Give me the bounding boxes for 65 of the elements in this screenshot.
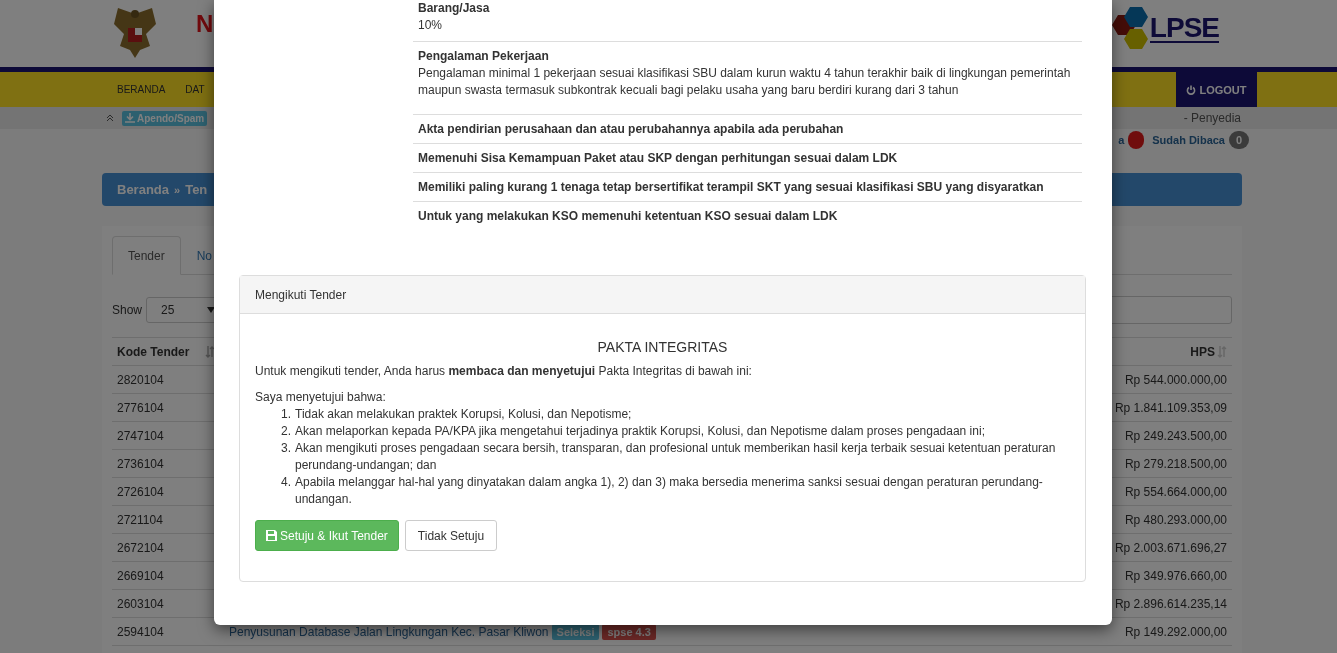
show-label: Show [112, 303, 143, 317]
item-number: 3. [281, 440, 292, 457]
table-cell-text: 2747104 [117, 428, 165, 443]
nav-item[interactable]: BERANDA [117, 72, 166, 107]
column-header[interactable]: HPS [1190, 344, 1227, 359]
requirement-title: Untuk yang melakukan KSO memenuhi ketentuan KSO sesuai dalam LDK [418, 208, 839, 225]
disagree-button[interactable]: Tidak Setuju [404, 520, 498, 551]
table-cell: Rp 279.218.500,00 [1124, 456, 1227, 471]
unread-count-badge [1128, 131, 1145, 149]
requirement-title: Akta pendirian perusahaan dan atau perubahannya apabila ada perubahan [418, 121, 845, 138]
table-cell-text: 2736104 [117, 456, 165, 471]
read-count-badge: 0 [1229, 131, 1249, 149]
table-cell: Rp 249.243.500,00 [1124, 428, 1227, 443]
table-cell-text: 2776104 [117, 400, 165, 415]
pact-item: Akan melaporkan kepada PA/KPA jika mengetahui terjadinya praktik Korupsi, Kolusi, dan Nepotisme dalam proses pengadaan ini; [295, 423, 985, 440]
table-cell: Rp 2.003.671.696,27 [1114, 540, 1227, 555]
site-title: N [196, 10, 214, 38]
table-cell: Rp 544.000.000,00 [1124, 372, 1227, 387]
lead-text: Saya menyetujui bahwa: [255, 389, 387, 406]
table-cell: Rp 554.664.000,00 [1124, 484, 1227, 499]
pact-title: PAKTA INTEGRITAS [596, 338, 729, 357]
breadcrumb-current: Ten [185, 182, 208, 197]
item-number: 4. [281, 474, 292, 491]
table-cell-text: 2603104 [117, 596, 165, 611]
table-cell: Rp 1.841.109.353,09 [1114, 400, 1227, 415]
power-icon [1186, 84, 1197, 95]
item-number: 2. [281, 423, 292, 440]
caret-icon [207, 307, 216, 313]
agree-button[interactable]: Setuju & Ikut Tender [255, 520, 399, 551]
panel-heading: Mengikuti Tender [255, 287, 347, 302]
requirement-title: Barang/Jasa [418, 0, 491, 17]
logo-text: LPSE [1149, 15, 1219, 43]
table-cell-text: 2669104 [117, 568, 165, 583]
tab[interactable]: Tender [112, 236, 181, 275]
requirement-title: Pengalaman Pekerjaan [418, 48, 550, 65]
item-number: 1. [281, 406, 292, 423]
pact-item: Tidak akan melakukan praktek Korupsi, Kolusi, dan Nepotisme; [295, 406, 632, 423]
chevron-up-icon[interactable] [106, 114, 114, 122]
pact-item: Apabila melanggar hal-hal yang dinyatakan dalam angka 1), 2) dan 3) maka bersedia menerima sanksi sesuai dengan peraturan perundang-undangan. [295, 474, 1044, 508]
user-role: - Penyedia [1183, 111, 1241, 125]
tender-name-link[interactable]: Penyusunan Database Jalan Lingkungan Kec. Pasar Kliwon [229, 624, 549, 639]
read-link[interactable]: Sudah Dibaca [1152, 134, 1225, 146]
nav-item[interactable]: DAT [185, 72, 205, 107]
table-cell: Rp 2.896.614.235,14 [1114, 596, 1227, 611]
intro-text: Untuk mengikuti tender, Anda harus membaca dan menyetujui Pakta Integritas di bawah ini: [255, 363, 753, 380]
table-cell-text: 2672104 [117, 540, 165, 555]
breadcrumb-separator: » [174, 183, 181, 196]
table-cell-text: 2820104 [117, 372, 165, 387]
table-cell-text: 2726104 [117, 484, 165, 499]
unread-link[interactable]: a [1118, 134, 1125, 146]
breadcrumb-home[interactable]: Beranda [117, 182, 170, 197]
logout-button[interactable]: LOGOUT [1176, 72, 1257, 107]
table-cell: Rp 349.976.660,00 [1124, 568, 1227, 583]
download-icon [125, 113, 135, 123]
pact-item: Akan mengikuti proses pengadaan secara bersih, transparan, dan profesional untuk memberikan hasil kerja terbaik sesuai ketentuan peraturan perundang-undangan; dan [295, 440, 1057, 474]
requirement-text: 10% [418, 17, 444, 34]
table-cell-text: 2594104 [117, 624, 165, 639]
table-cell-text: 2721104 [117, 512, 164, 527]
sort-icon[interactable] [205, 345, 216, 358]
table-cell: Rp 149.292.000,00 [1124, 624, 1227, 639]
column-header[interactable]: Kode Tender [117, 344, 229, 359]
requirement-text: Pengalaman minimal 1 pekerjaan sesuai klasifikasi SBU dalam kurun waktu 4 tahun terakhir baik di lingkungan pemerintah maupun swasta termasuk subkontrak kecuali bagi pelaku usaha yang baru berdiri kurang dari 3 tahun [418, 65, 1072, 99]
requirement-title: Memiliki paling kurang 1 tenaga tetap bersertifikat terampil SKT yang sesuai klasifikasi SBU yang disyaratkan [418, 179, 1045, 196]
table-cell: Rp 480.293.000,00 [1124, 512, 1227, 527]
requirement-title: Memenuhi Sisa Kemampuan Paket atau SKP dengan perhitungan sesuai dalam LDK [418, 150, 899, 167]
